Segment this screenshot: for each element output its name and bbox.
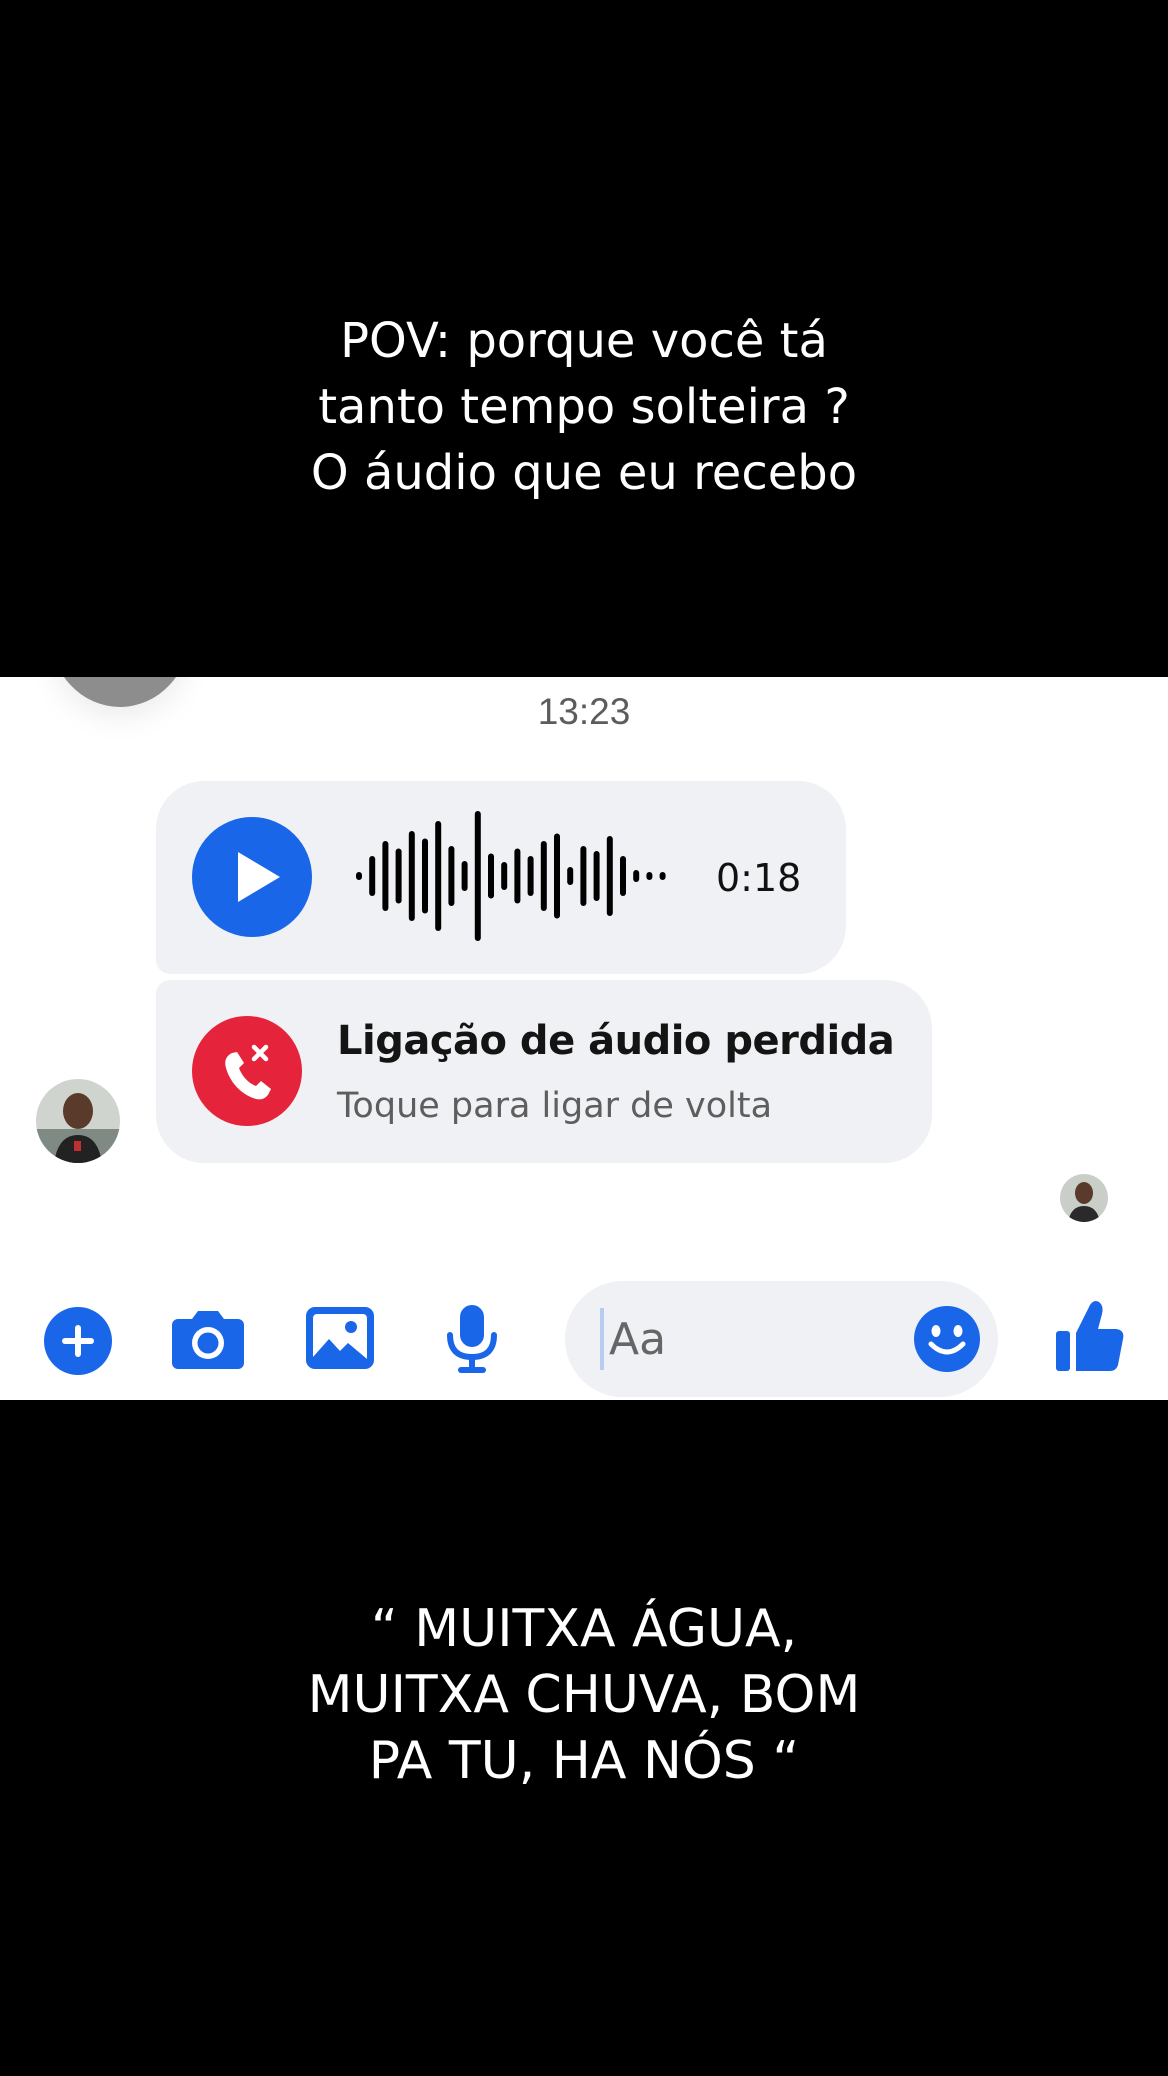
sender-avatar[interactable] xyxy=(36,1079,120,1163)
play-icon[interactable] xyxy=(192,817,312,937)
message-input[interactable] xyxy=(607,1305,901,1373)
missed-call-subtitle: Toque para ligar de volta xyxy=(337,1086,773,1126)
top-caption-line-2: tanto tempo solteira ? xyxy=(318,379,850,435)
missed-call-bubble[interactable]: Ligação de áudio perdida Toque para liga… xyxy=(156,980,932,1163)
chat-screen: 13:23 0:18 Ligação de áudio perdida Toqu… xyxy=(0,677,1168,1400)
top-caption-line-3: O áudio que eu recebo xyxy=(310,445,858,501)
read-receipt-avatar xyxy=(1060,1174,1108,1222)
waveform-icon xyxy=(356,811,666,941)
camera-icon[interactable] xyxy=(170,1307,246,1371)
text-cursor xyxy=(600,1308,604,1370)
microphone-icon[interactable] xyxy=(444,1303,500,1377)
top-caption: POV: porque você tá tanto tempo solteira… xyxy=(0,308,1168,506)
message-composer[interactable] xyxy=(565,1281,998,1397)
voice-message-bubble[interactable]: 0:18 xyxy=(156,781,846,974)
missed-call-icon xyxy=(192,1016,302,1126)
voice-duration: 0:18 xyxy=(716,856,802,900)
missed-call-title: Ligação de áudio perdida xyxy=(337,1018,895,1064)
bottom-caption-line-3: PA TU, HA NÓS “ xyxy=(368,1731,800,1791)
bottom-caption-line-1: “ MUITXA ÁGUA, xyxy=(370,1599,798,1659)
message-timestamp: 13:23 xyxy=(537,691,631,732)
bottom-caption-line-2: MUITXA CHUVA, BOM xyxy=(307,1665,861,1725)
top-caption-line-1: POV: porque você tá xyxy=(340,313,828,369)
bottom-caption: “ MUITXA ÁGUA, MUITXA CHUVA, BOM PA TU, … xyxy=(0,1596,1168,1794)
plus-icon[interactable] xyxy=(44,1307,112,1375)
thumbs-up-icon[interactable] xyxy=(1056,1299,1126,1373)
emoji-icon[interactable] xyxy=(914,1306,980,1372)
image-icon[interactable] xyxy=(306,1307,374,1369)
